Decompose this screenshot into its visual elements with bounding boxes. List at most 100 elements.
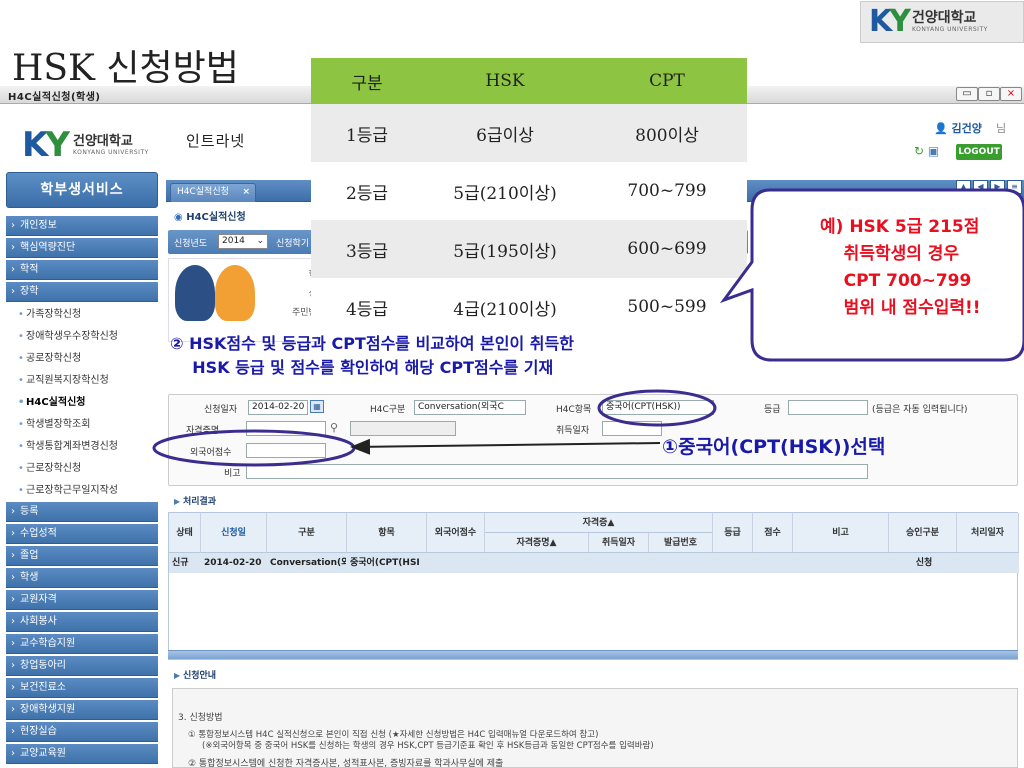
refresh-icon[interactable]: ↻ ▣ — [914, 144, 939, 158]
sidebar-sub-inquiry[interactable]: 학생별장학조회 — [6, 414, 158, 436]
close-button[interactable]: × — [1000, 87, 1022, 101]
sidebar-sub-family[interactable]: 가족장학신청 — [6, 304, 158, 326]
sidebar-item-personal[interactable]: 개인정보 — [6, 216, 158, 236]
sidebar-item-liberal[interactable]: 교양교육원 — [6, 744, 158, 764]
sidebar-item-graduation[interactable]: 졸업 — [6, 546, 158, 566]
info-line: 3. 신청방법 — [178, 713, 223, 723]
table-cell-status[interactable]: 신규 — [169, 553, 201, 573]
hsk-table-row: 2등급 5급(210이상) 700~799 — [311, 162, 747, 220]
table-scrollbar[interactable] — [168, 650, 1018, 659]
sidebar-item-health[interactable]: 보건진료소 — [6, 678, 158, 698]
sidebar-sub-merit[interactable]: 공로장학신청 — [6, 348, 158, 370]
slide-title: HSK 신청방법 — [12, 48, 239, 89]
hsk-table-cell: 800이상 — [587, 104, 747, 162]
sidebar-sub-h4c[interactable]: H4C실적신청 — [6, 392, 158, 414]
sidebar-item-learning[interactable]: 교수학습지원 — [6, 634, 158, 654]
sidebar-sub-account[interactable]: 학생통합계좌변경신청 — [6, 436, 158, 458]
logout-button[interactable]: LOGOUT — [956, 144, 1002, 160]
table-cell-empty[interactable] — [753, 553, 793, 573]
col-cert-name[interactable]: 자격증명▲ — [485, 533, 589, 553]
col-item[interactable]: 항목 — [347, 513, 427, 553]
sidebar-item-startup[interactable]: 창업동아리 — [6, 656, 158, 676]
sidebar-sub-disabled[interactable]: 장애학생우수장학신청 — [6, 326, 158, 348]
hsk-table-cell: 4등급 — [311, 278, 423, 336]
table-cell-date[interactable]: 2014-02-20 — [201, 553, 267, 573]
header-logo-name: 건양대학교 — [72, 134, 133, 149]
sidebar-item-scholarship[interactable]: 장학 — [6, 282, 158, 302]
table-cell-approval[interactable]: 신청 — [889, 553, 957, 573]
hsk-table-cell: 2등급 — [311, 162, 423, 220]
table-cell-empty[interactable] — [793, 553, 889, 573]
h4c-type-select[interactable]: Conversation(외국C — [414, 400, 526, 415]
col-status[interactable]: 상태 — [169, 513, 201, 553]
sidebar-item-service[interactable]: 사회봉사 — [6, 612, 158, 632]
user-suffix: 님 — [996, 122, 1007, 135]
hsk-table-row: 4등급 4급(210이상) 500~599 — [311, 278, 747, 336]
year-label: 신청년도 — [174, 239, 208, 249]
table-cell-item[interactable]: 중국어(CPT(HSI — [347, 553, 427, 573]
table-cell-empty[interactable] — [485, 553, 589, 573]
col-date[interactable]: 신청일 — [201, 513, 267, 553]
grade-input[interactable] — [788, 400, 868, 415]
nav-menu-icon[interactable]: ≡ — [1007, 180, 1022, 194]
col-note[interactable]: 비고 — [793, 513, 889, 553]
h4c-type-label: H4C구분 — [370, 405, 406, 415]
acq-date-input[interactable] — [602, 421, 662, 436]
table-cell-empty[interactable] — [713, 553, 753, 573]
hsk-table-row: 3등급 5급(195이상) 600~699 — [311, 220, 747, 278]
nav-left-icon[interactable]: ◀ — [973, 180, 988, 194]
results-table: 상태 신청일 구분 항목 외국어점수 자격증▲ 자격증명▲ 취득일자 발급번호 … — [168, 512, 1019, 660]
col-issue-no[interactable]: 발급번호 — [649, 533, 713, 553]
table-cell-empty[interactable] — [649, 553, 713, 573]
col-approval[interactable]: 승인구분 — [889, 513, 957, 553]
calendar-icon[interactable]: ▦ — [310, 400, 324, 413]
sidebar-sub-worklog[interactable]: 근로장학근무일지작성 — [6, 480, 158, 502]
sidebar-item-student[interactable]: 학생 — [6, 568, 158, 588]
nav-right-icon[interactable]: ▶ — [990, 180, 1005, 194]
nav-up-icon[interactable]: ▲ — [956, 180, 971, 194]
sidebar-sub-staff[interactable]: 교직원복지장학신청 — [6, 370, 158, 392]
sidebar-item-registration[interactable]: 등록 — [6, 502, 158, 522]
col-cert[interactable]: 자격증▲ — [485, 513, 713, 533]
hsk-table-row: 1등급 6급이상 800이상 — [311, 104, 747, 162]
note-input[interactable] — [246, 464, 868, 479]
sidebar-title[interactable]: 학부생서비스 — [6, 172, 158, 208]
sidebar-item-practice[interactable]: 현장실습 — [6, 722, 158, 742]
header-logo[interactable]: KY 건양대학교 KONYANG UNIVERSITY — [22, 128, 149, 162]
hsk-table-cell: 5급(195이상) — [423, 220, 587, 278]
sidebar-item-teacher[interactable]: 교원자격 — [6, 590, 158, 610]
sidebar-item-disability[interactable]: 장애학생지원 — [6, 700, 158, 720]
sidebar-item-grades[interactable]: 수업성적 — [6, 524, 158, 544]
sidebar-item-competency[interactable]: 핵심역량진단 — [6, 238, 158, 258]
table-cell-empty[interactable] — [427, 553, 485, 573]
col-points[interactable]: 점수 — [753, 513, 793, 553]
tab-h4c[interactable]: H4C실적신청 × — [170, 183, 256, 202]
col-grade[interactable]: 등급 — [713, 513, 753, 553]
search-icon[interactable]: ⚲ — [330, 421, 338, 434]
h4c-item-select[interactable]: 중국어(CPT(HSK)) — [602, 400, 714, 415]
col-processed[interactable]: 처리일자 — [957, 513, 1019, 553]
table-cell-empty[interactable] — [957, 553, 1019, 573]
table-cell-type[interactable]: Conversation(외 — [267, 553, 347, 573]
year-select[interactable]: 2014 ⌄ — [218, 234, 268, 249]
table-cell-empty[interactable] — [589, 553, 649, 573]
hsk-table-cell: 6급이상 — [423, 104, 587, 162]
col-score[interactable]: 외국어점수 — [427, 513, 485, 553]
sidebar-sub-work[interactable]: 근로장학신청 — [6, 458, 158, 480]
hsk-table-header: CPT — [587, 58, 747, 104]
tab-close-icon[interactable]: × — [242, 184, 250, 201]
date-label: 신청일자 — [204, 405, 238, 415]
score-input[interactable] — [246, 443, 326, 458]
col-acq-date[interactable]: 취득일자 — [589, 533, 649, 553]
header-logo-sub: KONYANG UNIVERSITY — [72, 149, 149, 156]
chevron-down-icon: ⌄ — [256, 236, 264, 246]
results-section-title: 처리결과 — [174, 494, 216, 507]
maximize-button[interactable]: ▫ — [978, 87, 1000, 101]
settings-icon[interactable]: ▣ — [928, 144, 939, 158]
sidebar-item-academic[interactable]: 학적 — [6, 260, 158, 280]
minimize-button[interactable]: ▭ — [956, 87, 978, 101]
info-line: ② 통합정보시스템에 신청한 자격증사본, 성적표사본, 증빙자료를 학과사무실… — [188, 759, 504, 768]
cert-input[interactable] — [246, 421, 326, 436]
col-type[interactable]: 구분 — [267, 513, 347, 553]
date-input[interactable]: 2014-02-20 — [248, 400, 308, 415]
